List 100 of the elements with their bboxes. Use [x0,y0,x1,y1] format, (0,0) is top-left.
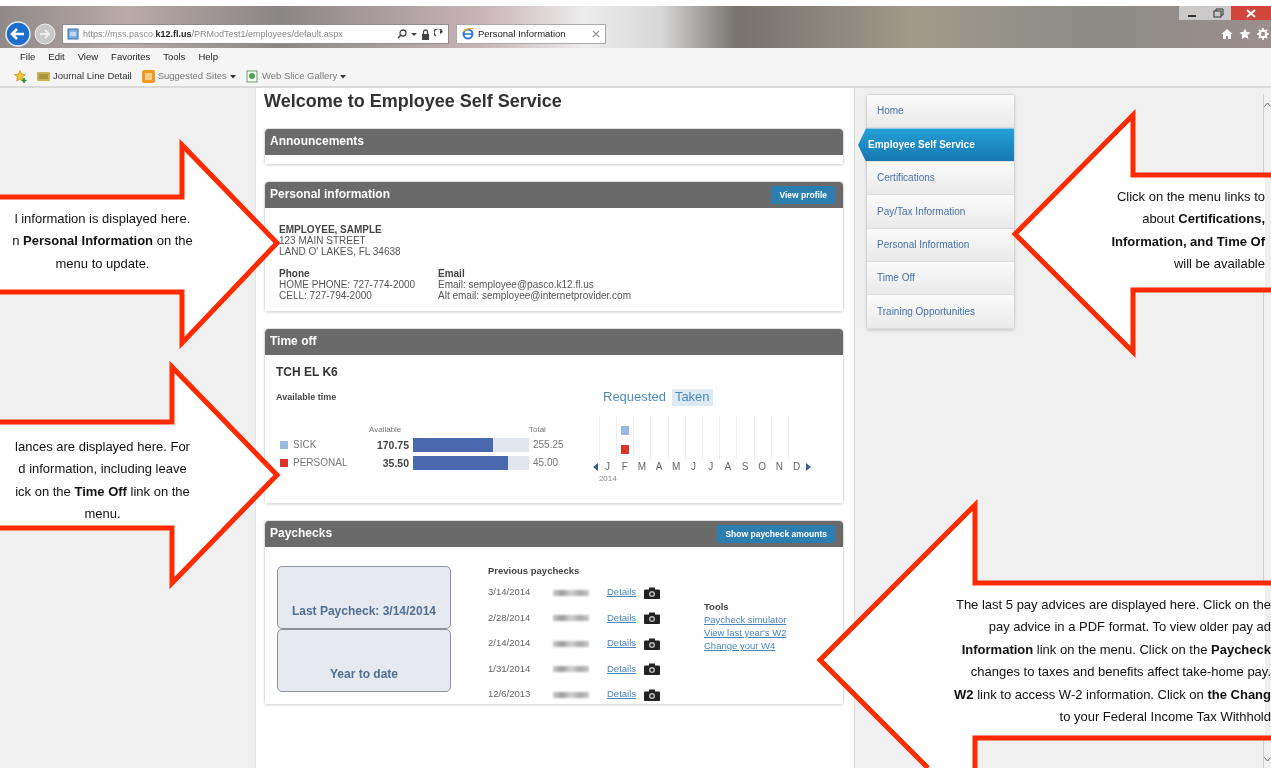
details-link[interactable]: Details [607,638,637,650]
month-label: J [708,459,714,474]
restore-icon[interactable] [1205,6,1231,20]
details-link[interactable]: Details [607,612,637,624]
nav-item[interactable]: Training Opportunities [867,295,1014,329]
paycheck-date: 3/14/2014 [488,587,532,599]
email-line: Email: semployee@pasco.k12.fl.us [438,279,595,290]
camera-icon[interactable] [644,586,661,599]
browser-tab[interactable]: Personal Information [456,24,606,44]
camera-icon[interactable] [644,663,661,676]
scroll-up-icon[interactable] [1264,102,1271,107]
menu-item[interactable]: Tools [163,51,186,63]
address-line: 123 MAIN STREET [279,235,367,246]
phone-line: CELL: 727-794-2000 [279,290,373,301]
month-label: J [690,459,696,474]
feed-icon [141,69,155,83]
panel-button[interactable]: View profile [771,186,835,204]
minimize-icon[interactable] [1179,6,1205,20]
forward-button[interactable] [34,23,56,45]
nav-item[interactable]: Time Off [867,261,1014,296]
menu-item[interactable]: Edit [48,51,65,63]
favorites-link[interactable]: Journal Line Detail [37,69,132,83]
paycheck-date: 2/14/2014 [488,638,532,650]
position-title: TCH EL K6 [276,366,339,380]
nav-item[interactable]: Employee Self Service [858,128,1014,162]
favorites-link[interactable]: Suggested Sites [141,69,236,83]
view-tab[interactable]: Requested [600,388,669,406]
tool-link[interactable]: View last year's W2 [704,625,787,639]
nav-item[interactable]: Home [867,95,1014,129]
home-icon[interactable] [1221,28,1233,40]
field-heading: Email [438,268,466,279]
menu-item[interactable]: File [20,51,36,63]
panel-button[interactable]: Show paycheck amounts [717,525,835,543]
camera-icon[interactable] [644,612,661,625]
email-line: Alt email: semployee@internetprovider.com [438,290,631,301]
browser-logo-icon [462,28,474,40]
month-label: J [605,459,610,474]
month-label: S [741,459,749,474]
add-favorite-icon[interactable] [14,69,27,83]
close-icon[interactable] [1231,6,1271,20]
phone-line: HOME PHONE: 727-774-2000 [279,279,417,290]
total-hours: 45.00 [532,457,560,469]
field-heading: Phone [279,268,311,279]
tool-link[interactable]: Paycheck simulator [704,612,787,626]
menu-item[interactable]: View [77,51,99,63]
panel-title: Personal information [270,188,391,202]
menu-item[interactable]: Help [198,51,218,63]
caret-icon [229,72,236,80]
address-bar[interactable]: https://mss.pasco.k12.fl.us/PRModTest1/employees/default.aspx [62,24,449,44]
month-label: F [621,459,628,474]
scroll-down-icon[interactable] [1264,757,1271,762]
section-label: Previous paychecks [488,566,581,578]
panel-title: Announcements [270,135,364,149]
summary-button[interactable]: Year to date [277,629,451,692]
close-icon[interactable] [592,30,600,38]
back-button[interactable] [5,21,31,47]
web-slice-icon [245,69,259,83]
camera-icon[interactable] [644,688,661,701]
leave-type: SICK [293,439,317,451]
redacted-amount [553,640,589,647]
favorites-link[interactable]: Web Slice Gallery [245,69,347,83]
menu-item[interactable]: Favorites [111,51,151,63]
folder-icon [37,69,50,83]
address-text: https://mss.pasco.k12.fl.us/PRModTest1/employees/default.aspx [83,28,344,40]
paycheck-date: 1/31/2014 [488,663,532,675]
details-link[interactable]: Details [607,663,637,675]
settings-icon[interactable] [1257,28,1269,40]
lock-icon [421,28,430,40]
paycheck-date: 12/6/2013 [488,689,532,701]
nav-item[interactable]: Personal Information [867,228,1014,262]
caret-icon [340,72,347,80]
total-hours: 255.25 [532,439,565,451]
details-link[interactable]: Details [607,689,637,701]
available-hours: 170.75 [375,438,410,451]
view-tab[interactable]: Taken [671,388,713,406]
refresh-icon[interactable] [434,29,444,39]
column-header: Available [369,424,403,434]
employee-name: EMPLOYEE, SAMPLE [279,224,383,235]
leave-type: PERSONAL [293,457,348,469]
summary-button[interactable]: Last Paycheck: 3/14/2014 [277,566,451,629]
address-line: LAND O' LAKES, FL 34638 [279,246,402,257]
month-label: O [758,459,767,474]
redacted-amount [553,666,589,673]
month-label: D [792,459,801,474]
nav-item[interactable]: Pay/Tax Information [867,195,1014,229]
callout-text: l information is displayed here. n Personal Information on the menu to update. [11,210,194,273]
column-header: Total [529,424,547,434]
month-label: N [775,459,783,474]
month-label: A [724,459,732,474]
paycheck-date: 2/28/2014 [488,612,532,624]
page-title: Welcome to Employee Self Service [264,90,563,113]
search-icon[interactable] [397,29,407,39]
redacted-amount [553,615,589,622]
callout-text: Click on the menu links to about Certifications, Information, and Time Of will be available [1110,188,1265,274]
nav-item[interactable]: Certifications [867,161,1014,196]
tool-link[interactable]: Change your W4 [704,638,787,652]
star-icon[interactable] [1239,28,1251,40]
camera-icon[interactable] [644,637,661,650]
section-label: Tools [704,602,730,613]
details-link[interactable]: Details [607,587,637,599]
